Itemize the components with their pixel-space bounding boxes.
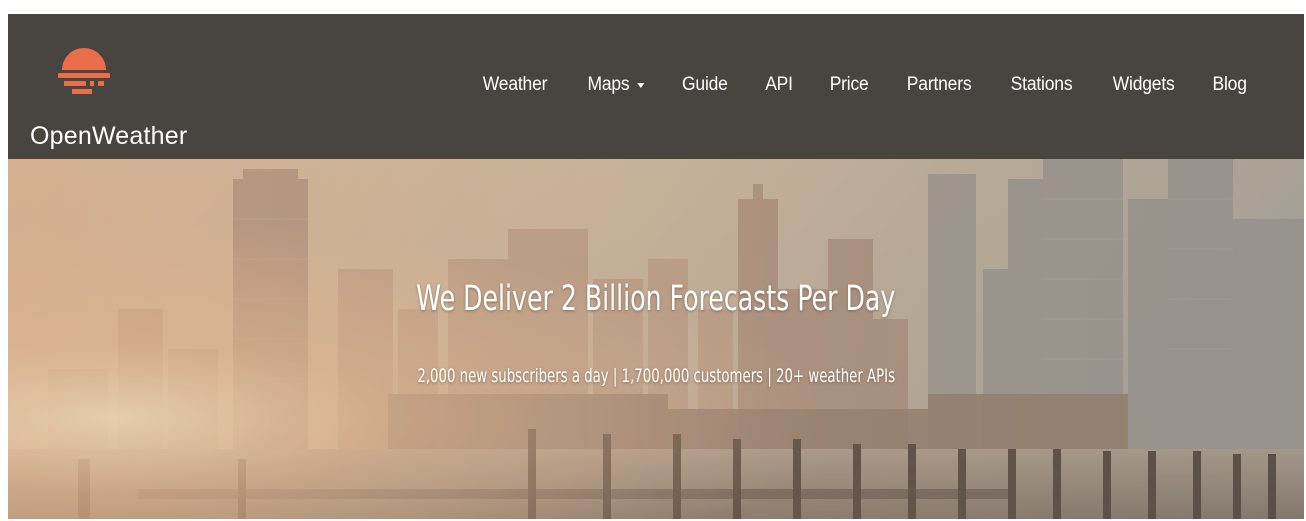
hero-subheadline: 2,000 new subscribers a day | 1,700,000 … (8, 365, 1304, 387)
hero-headline-text: We Deliver 2 Billion Forecasts Per Day (416, 279, 896, 319)
nav-item-label: Weather (483, 74, 548, 95)
hero-subheadline-text: 2,000 new subscribers a day | 1,700,000 … (417, 365, 895, 387)
nav-item-label: Blog (1212, 74, 1247, 95)
hero-headline: We Deliver 2 Billion Forecasts Per Day (8, 279, 1304, 319)
nav-item-api[interactable]: API (765, 74, 793, 96)
nav-item-weather[interactable]: Weather (483, 74, 548, 96)
brand-logo-link[interactable]: OpenWeather (26, 36, 226, 149)
brand-name: OpenWeather (30, 122, 188, 150)
nav-item-label: API (765, 74, 793, 95)
city-skyline-image (8, 159, 1304, 519)
main-nav: Weather Maps Guide API Price Partners St… (446, 74, 1248, 96)
nav-item-label: Guide (682, 74, 728, 95)
nav-item-guide[interactable]: Guide (682, 74, 728, 96)
nav-item-label: Maps (587, 74, 630, 95)
nav-item-label: Widgets (1112, 74, 1175, 95)
caret-down-icon (636, 82, 644, 88)
hero-banner: We Deliver 2 Billion Forecasts Per Day 2… (8, 159, 1304, 519)
nav-item-price[interactable]: Price (830, 74, 869, 96)
sun-over-sea-icon (58, 48, 110, 94)
nav-item-label: Partners (907, 74, 972, 95)
page-frame: OpenWeather Weather Maps Guide API Price… (8, 14, 1304, 519)
nav-item-label: Stations (1011, 74, 1073, 95)
nav-item-maps[interactable]: Maps (587, 74, 644, 96)
nav-item-stations[interactable]: Stations (1011, 74, 1073, 96)
site-header: OpenWeather Weather Maps Guide API Price… (8, 14, 1304, 159)
nav-item-widgets[interactable]: Widgets (1112, 74, 1174, 96)
nav-item-partners[interactable]: Partners (907, 74, 972, 96)
nav-item-label: Price (829, 74, 869, 95)
nav-item-blog[interactable]: Blog (1212, 74, 1246, 96)
